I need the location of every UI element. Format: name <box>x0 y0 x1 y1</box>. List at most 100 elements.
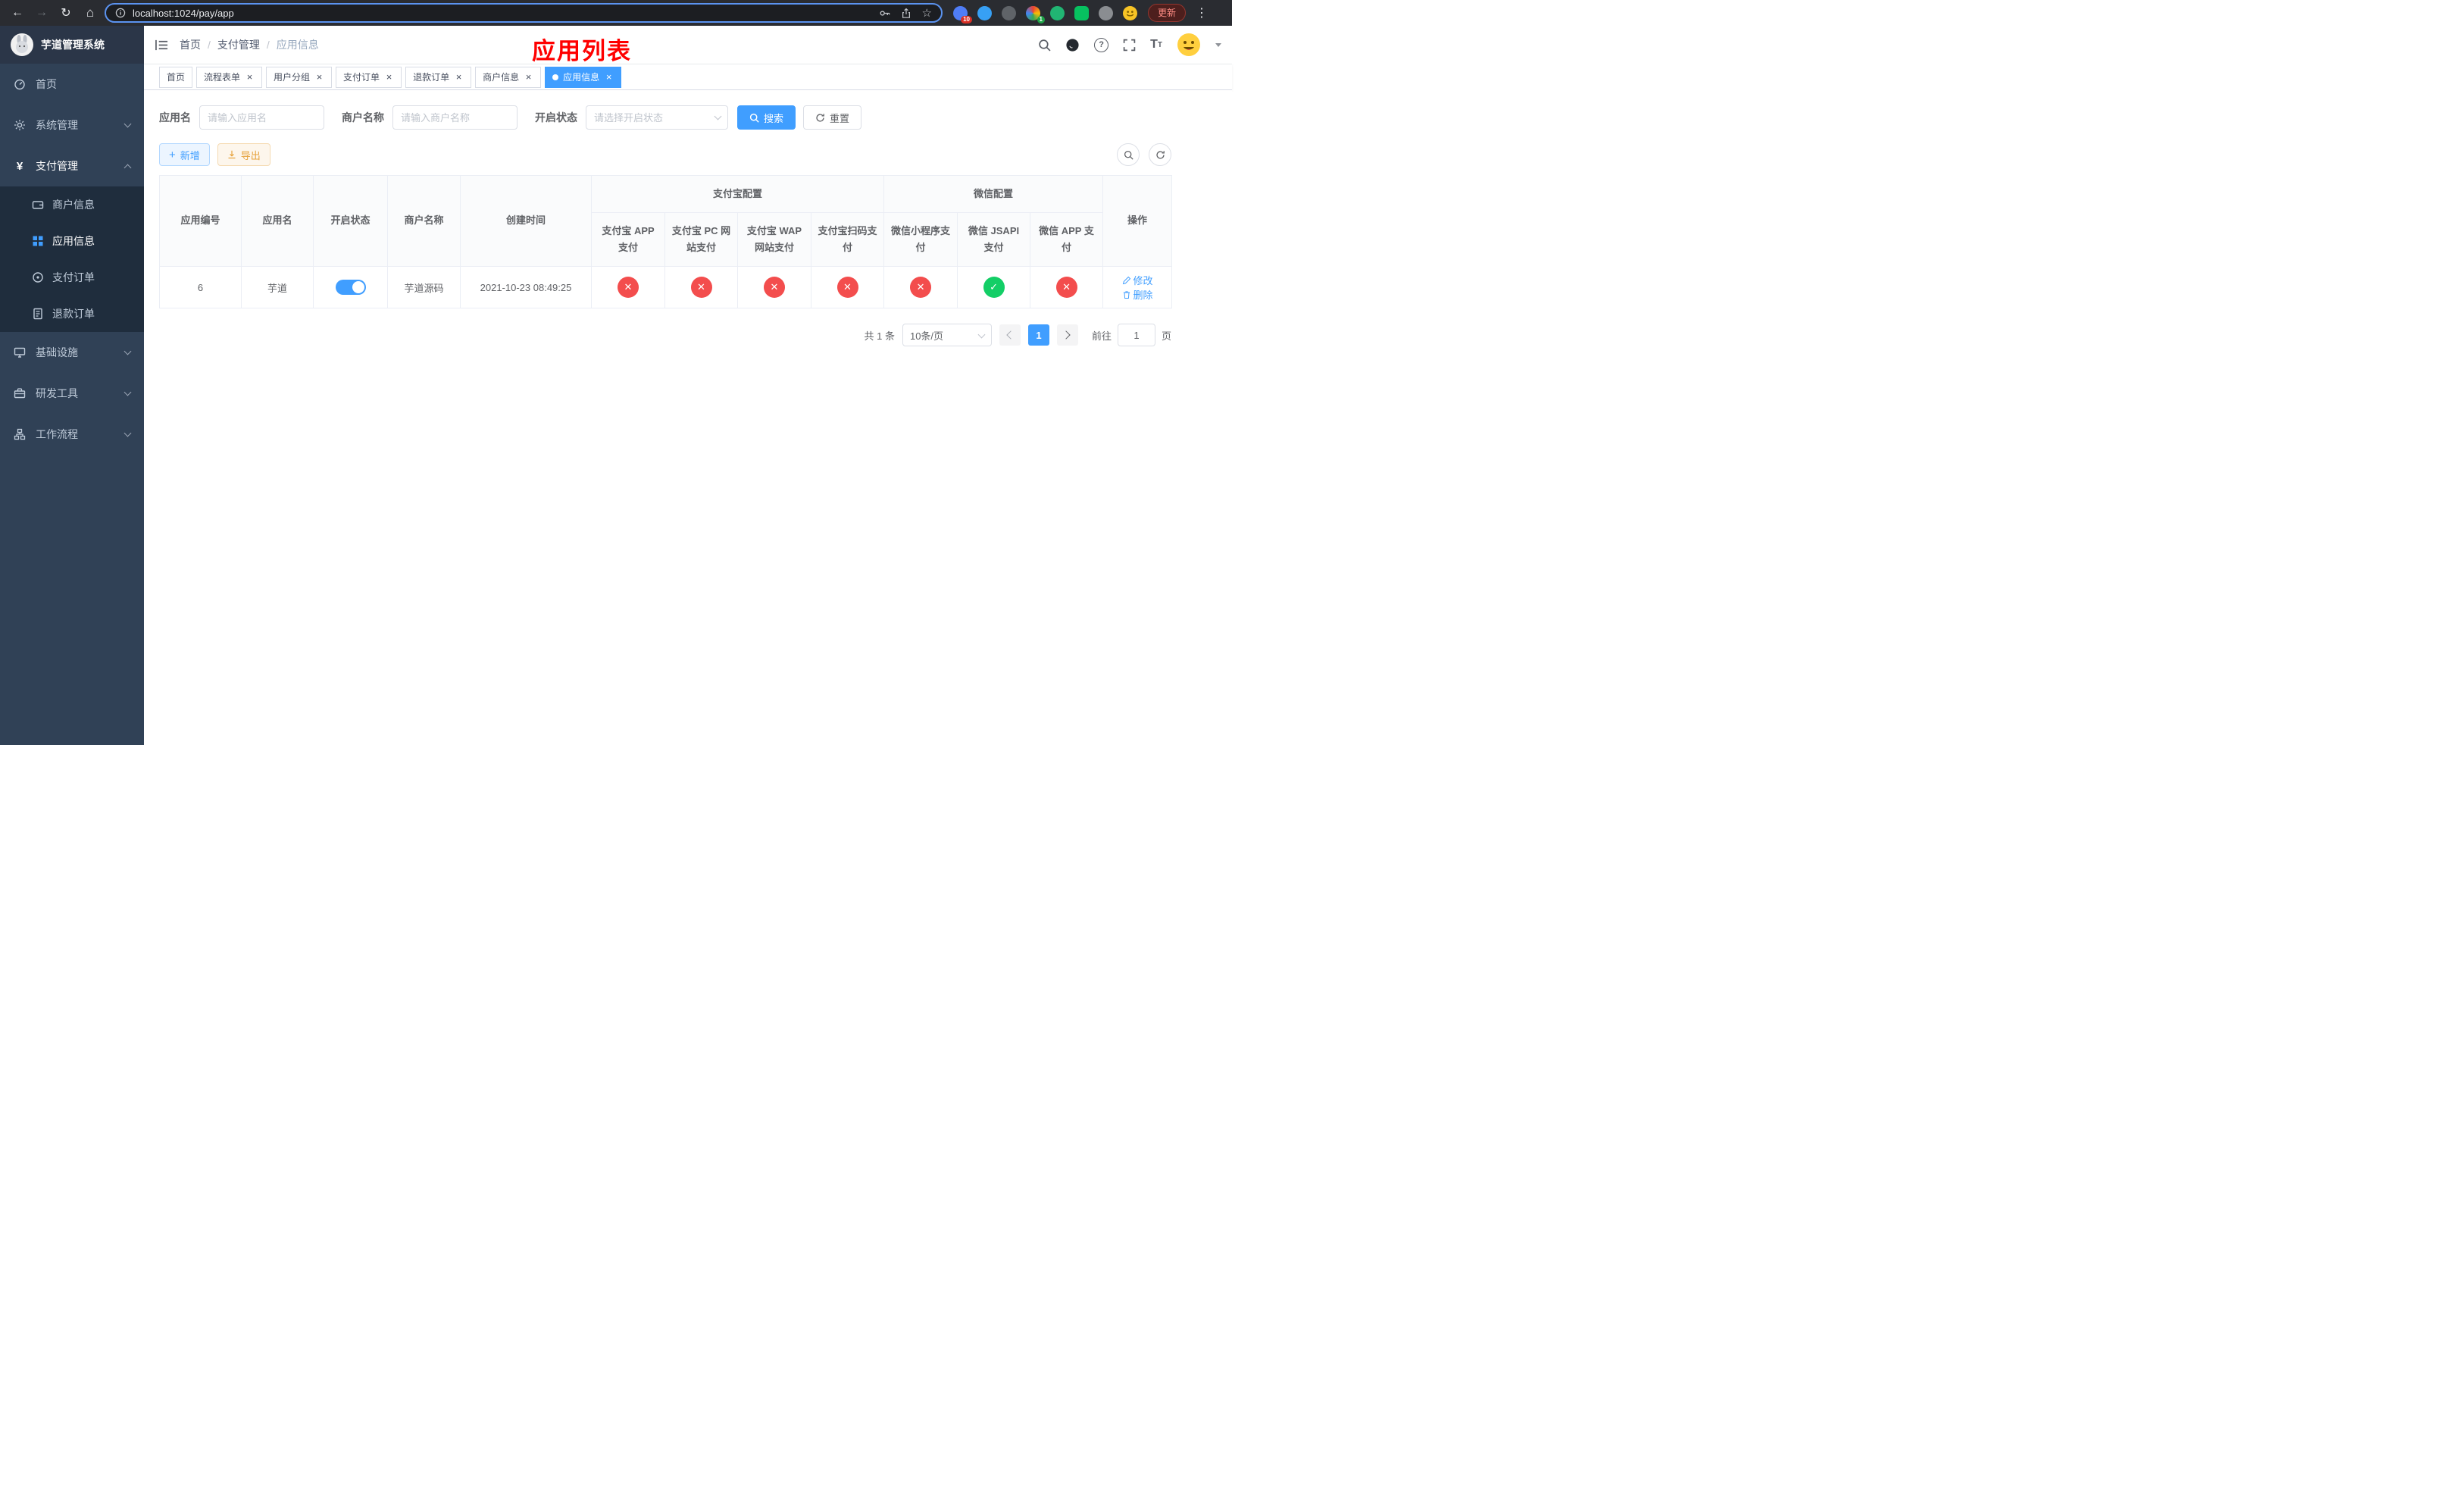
sidebar-item-infrastructure[interactable]: 基础设施 <box>0 332 144 373</box>
tab-label: 商户信息 <box>483 72 520 83</box>
column-header-alipay-app: 支付宝 APP 支付 <box>591 212 665 267</box>
app-name-input[interactable] <box>199 105 324 130</box>
sidebar-item-dev-tools[interactable]: 研发工具 <box>0 373 144 414</box>
yen-icon <box>14 160 26 172</box>
chevron-down-icon[interactable] <box>1215 42 1221 47</box>
reset-button[interactable]: 重置 <box>803 105 862 130</box>
wechat-jsapi-status-icon <box>983 277 1005 298</box>
sidebar-item-system[interactable]: 系统管理 <box>0 105 144 146</box>
merchant-name-input[interactable] <box>392 105 518 130</box>
column-header-alipay-qr: 支付宝扫码支付 <box>810 212 885 267</box>
sidebar-item-label: 首页 <box>36 78 57 90</box>
goto-page-input[interactable] <box>1117 324 1155 346</box>
goto-unit-label: 页 <box>1161 330 1171 342</box>
extension-icon[interactable] <box>1002 5 1016 20</box>
edit-link[interactable]: 修改 <box>1122 273 1153 287</box>
search-button[interactable]: 搜索 <box>737 105 796 130</box>
tab-home[interactable]: 首页 <box>159 66 193 88</box>
total-count: 共 1 条 <box>864 330 895 342</box>
add-button[interactable]: 新增 <box>159 143 210 166</box>
extension-icon[interactable]: 10 <box>953 5 972 23</box>
close-icon[interactable] <box>524 72 533 82</box>
delete-link[interactable]: 删除 <box>1122 287 1153 302</box>
extension-icon[interactable] <box>1074 5 1089 20</box>
status-select-input[interactable] <box>586 105 728 130</box>
close-icon[interactable] <box>245 72 255 82</box>
status-toggle[interactable] <box>335 280 366 295</box>
payment-submenu: 商户信息 应用信息 支付订单 退款订单 <box>0 186 144 332</box>
page-size-select[interactable]: 10条/页 <box>902 324 992 346</box>
extension-icon[interactable] <box>977 5 992 20</box>
sidebar: 芋道管理系统 首页 系统管理 支付管理 商户信息 <box>0 26 144 745</box>
font-size-icon[interactable] <box>1150 38 1162 52</box>
avatar[interactable] <box>1177 33 1201 57</box>
refresh-table-button[interactable] <box>1149 143 1171 166</box>
breadcrumb-item-current: 应用信息 <box>276 39 319 51</box>
tab-merchant-info[interactable]: 商户信息 <box>475 66 542 88</box>
prev-page-button[interactable] <box>999 324 1021 346</box>
active-dot-icon <box>552 74 559 80</box>
extension-icon[interactable] <box>1050 5 1065 20</box>
sidebar-item-refund-orders[interactable]: 退款订单 <box>0 296 144 332</box>
goto-label: 前往 <box>1091 330 1112 342</box>
sidebar-item-payment-orders[interactable]: 支付订单 <box>0 259 144 296</box>
site-info-icon[interactable] <box>115 8 126 18</box>
extension-icon[interactable]: 1 <box>1026 5 1045 23</box>
share-icon[interactable] <box>901 8 911 19</box>
breadcrumb-separator <box>267 39 270 51</box>
fullscreen-icon[interactable] <box>1123 39 1136 52</box>
tab-refund-orders[interactable]: 退款订单 <box>405 66 472 88</box>
close-icon[interactable] <box>314 72 324 82</box>
browser-update-button[interactable]: 更新 <box>1148 4 1187 22</box>
tab-label: 用户分组 <box>274 72 311 83</box>
close-icon[interactable] <box>384 72 394 82</box>
chevron-down-icon <box>124 429 132 437</box>
next-page-button[interactable] <box>1056 324 1078 346</box>
app-logo <box>11 33 33 56</box>
edit-link-label: 修改 <box>1133 275 1153 286</box>
close-icon[interactable] <box>454 72 464 82</box>
sidebar-item-merchant-info[interactable]: 商户信息 <box>0 186 144 223</box>
password-key-icon[interactable] <box>879 8 890 19</box>
group-header-alipay: 支付宝配置 <box>590 175 885 213</box>
search-icon[interactable] <box>1038 39 1051 52</box>
tab-process-form[interactable]: 流程表单 <box>196 66 263 88</box>
sidebar-item-workflow[interactable]: 工作流程 <box>0 414 144 455</box>
breadcrumb-item[interactable]: 支付管理 <box>217 37 260 52</box>
bookmark-star-icon[interactable] <box>922 6 932 20</box>
column-header-merchant: 商户名称 <box>387 175 461 267</box>
address-bar[interactable]: localhost:1024/pay/app <box>105 3 943 23</box>
close-icon[interactable] <box>604 72 614 82</box>
status-select[interactable] <box>586 105 728 130</box>
breadcrumb-item[interactable]: 首页 <box>180 37 201 52</box>
collapse-sidebar-icon[interactable] <box>155 39 169 52</box>
alipay-pc-status-icon <box>690 277 712 298</box>
browser-menu-icon[interactable] <box>1192 3 1212 23</box>
tab-app-info[interactable]: 应用信息 <box>545 66 622 88</box>
sidebar-item-home[interactable]: 首页 <box>0 64 144 105</box>
sidebar-item-app-info[interactable]: 应用信息 <box>0 223 144 259</box>
tab-payment-orders[interactable]: 支付订单 <box>336 66 402 88</box>
tab-user-group[interactable]: 用户分组 <box>266 66 333 88</box>
emoji-extension-icon[interactable] <box>1123 5 1137 20</box>
column-header-wechat-mini: 微信小程序支付 <box>883 212 958 267</box>
extension-icon[interactable] <box>1099 5 1113 20</box>
refresh-icon <box>1155 150 1165 159</box>
forward-icon[interactable] <box>32 3 52 23</box>
toggle-search-button[interactable] <box>1117 143 1140 166</box>
alipay-qr-status-icon <box>836 277 858 298</box>
reload-icon[interactable] <box>56 3 76 23</box>
export-button[interactable]: 导出 <box>217 143 270 166</box>
sidebar-item-payment[interactable]: 支付管理 <box>0 146 144 186</box>
delete-link-label: 删除 <box>1133 290 1153 301</box>
chevron-right-icon <box>1062 330 1071 340</box>
wechat-mini-status-icon <box>910 277 932 298</box>
back-icon[interactable] <box>8 3 27 23</box>
current-page[interactable]: 1 <box>1027 324 1049 346</box>
help-icon[interactable] <box>1094 37 1109 52</box>
table-tools <box>1117 143 1171 166</box>
cell-status <box>313 266 388 308</box>
home-icon[interactable] <box>80 3 100 23</box>
github-icon[interactable] <box>1065 38 1080 52</box>
search-icon <box>1124 150 1134 160</box>
